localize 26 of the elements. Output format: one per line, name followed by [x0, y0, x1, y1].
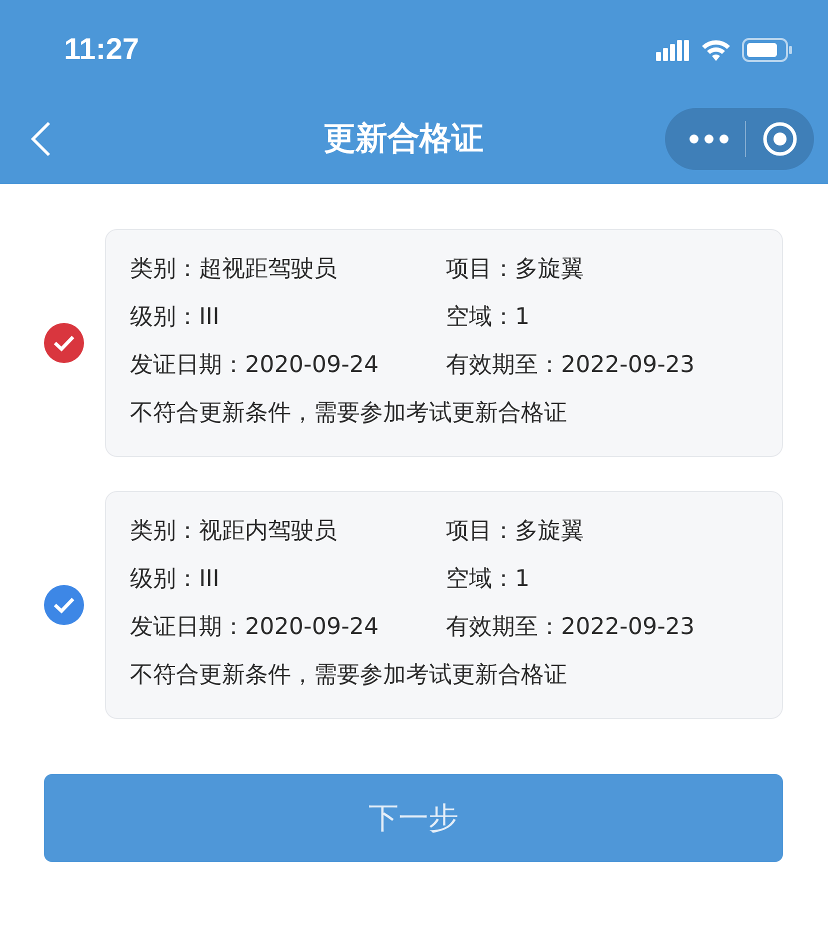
- signal-icon: [656, 39, 690, 61]
- status-note: 不符合更新条件，需要参加考试更新合格证: [130, 399, 568, 428]
- certificate-card[interactable]: 类别：超视距驾驶员 项目：多旋翼 级别：III 空域：1 发证日期：2020-09-24 有效期至：2022-09-23 不符合更新条件，需要参加考试更新合格证: [105, 229, 783, 457]
- field-text: 类别：视距内驾驶员: [130, 517, 338, 546]
- back-icon[interactable]: [30, 121, 52, 157]
- field-text: 发证日期：2020-09-24: [130, 351, 380, 380]
- checkbox[interactable]: [43, 584, 85, 626]
- more-icon[interactable]: [689, 134, 729, 144]
- field-text: 有效期至：2022-09-23: [446, 351, 696, 380]
- certificate-card[interactable]: 类别：视距内驾驶员 项目：多旋翼 级别：III 空域：1 发证日期：2020-09-24 有效期至：2022-09-23 不符合更新条件，需要参加考试更新合格证: [105, 491, 783, 719]
- field-text: 空域：1: [446, 303, 531, 332]
- wifi-icon: [700, 38, 732, 62]
- field-text: 空域：1: [446, 565, 531, 594]
- page-title: 更新合格证: [324, 118, 484, 159]
- battery-icon: [742, 37, 794, 63]
- checkbox[interactable]: [43, 322, 85, 364]
- field-text: 级别：III: [130, 303, 220, 332]
- status-note: 不符合更新条件，需要参加考试更新合格证: [130, 661, 568, 690]
- status-time: 11:27: [64, 33, 140, 67]
- close-icon[interactable]: [762, 121, 798, 157]
- field-text: 发证日期：2020-09-24: [130, 613, 380, 642]
- field-text: 有效期至：2022-09-23: [446, 613, 696, 642]
- field-text: 项目：多旋翼: [446, 517, 585, 546]
- field-text: 项目：多旋翼: [446, 255, 585, 284]
- field-text: 级别：III: [130, 565, 220, 594]
- field-text: 类别：超视距驾驶员: [130, 255, 338, 284]
